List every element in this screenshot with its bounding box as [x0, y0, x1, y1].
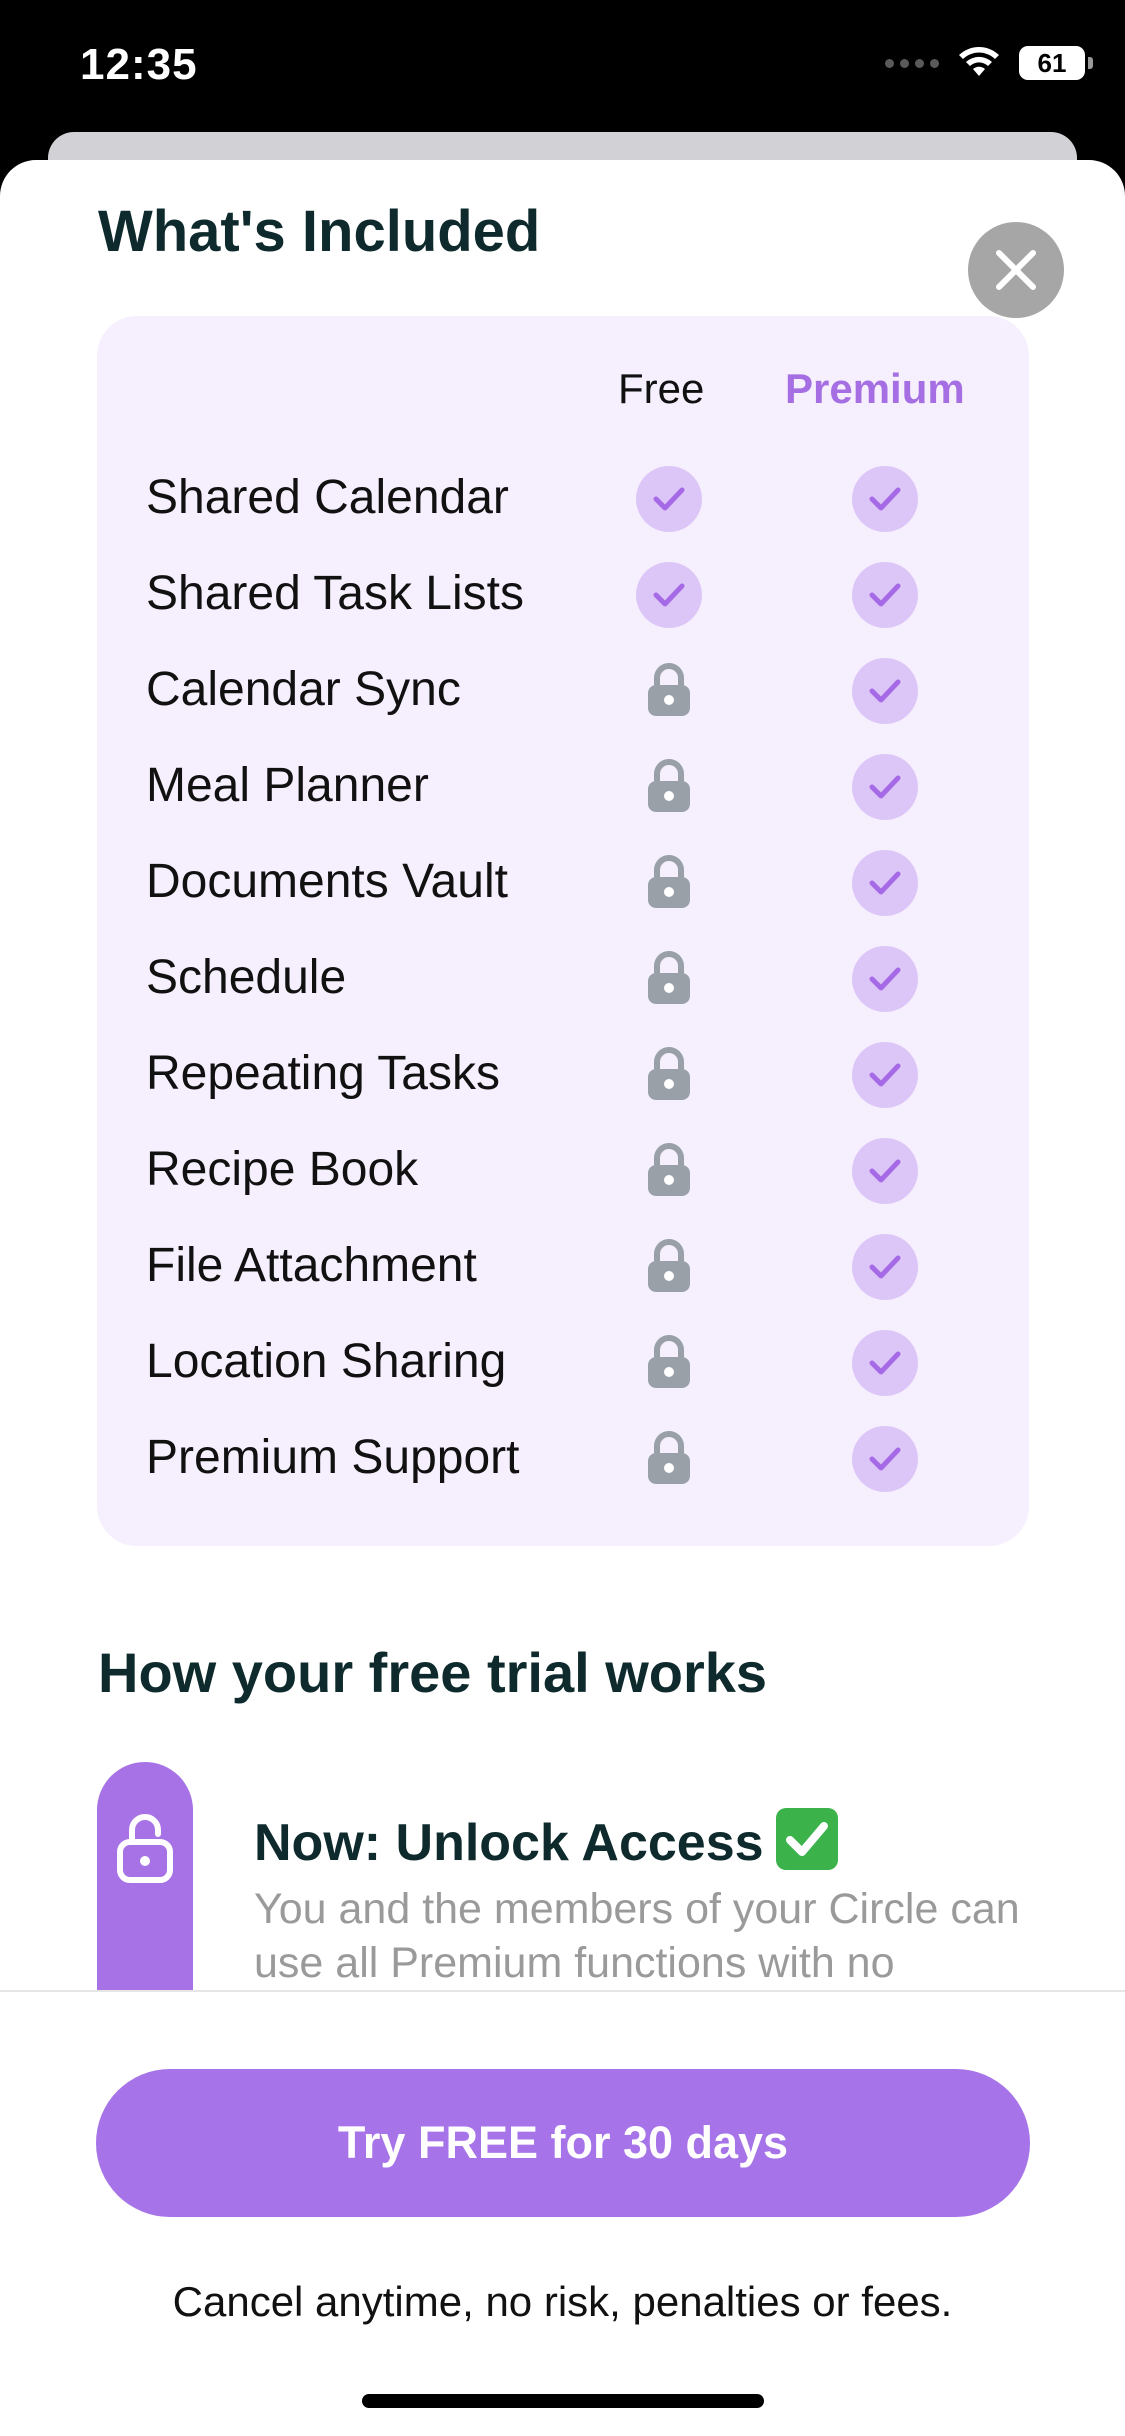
premium-check-icon [852, 1234, 918, 1300]
feature-row: Calendar Sync [0, 642, 1125, 738]
home-indicator [362, 2394, 764, 2408]
feature-label: Meal Planner [146, 759, 429, 812]
lock-icon [644, 950, 694, 1006]
feature-row: Location Sharing [0, 1314, 1125, 1410]
wifi-icon [959, 47, 999, 76]
feature-row: Premium Support [0, 1410, 1125, 1506]
feature-row: Repeating Tasks [0, 1026, 1125, 1122]
free-column-header: Free [618, 365, 705, 412]
feature-label: Calendar Sync [146, 663, 461, 716]
lock-icon [644, 854, 694, 910]
feature-label: Shared Calendar [146, 471, 509, 524]
premium-check-icon [852, 466, 918, 532]
lock-icon [644, 1430, 694, 1486]
premium-check-icon [852, 658, 918, 724]
feature-label: Repeating Tasks [146, 1047, 500, 1100]
battery-icon: 61 [1019, 46, 1093, 80]
premium-check-icon [852, 1426, 918, 1492]
feature-label: Premium Support [146, 1431, 520, 1484]
feature-row: Recipe Book [0, 1122, 1125, 1218]
lock-icon [644, 1142, 694, 1198]
feature-label: Schedule [146, 951, 347, 1004]
step-title: Now: Unlock Access [254, 1808, 838, 1873]
premium-check-icon [852, 1330, 918, 1396]
feature-row: Shared Task Lists [0, 546, 1125, 642]
feature-row: Documents Vault [0, 834, 1125, 930]
feature-label: Recipe Book [146, 1143, 419, 1196]
close-button[interactable] [968, 222, 1064, 318]
lock-icon [644, 662, 694, 718]
lock-icon [644, 1238, 694, 1294]
free-check-icon [636, 466, 702, 532]
lock-icon [644, 1046, 694, 1102]
premium-column-header: Premium [785, 365, 965, 412]
premium-check-icon [852, 850, 918, 916]
try-free-button[interactable]: Try FREE for 30 days [96, 2069, 1030, 2217]
status-bar: 12:35 61 [0, 0, 1125, 140]
status-indicators: 61 [885, 46, 1093, 80]
free-check-icon [636, 562, 702, 628]
feature-row: Schedule [0, 930, 1125, 1026]
battery-level: 61 [1037, 47, 1067, 78]
premium-check-icon [852, 1138, 918, 1204]
cellular-signal-icon [885, 58, 939, 68]
premium-check-icon [852, 562, 918, 628]
close-icon [996, 250, 1036, 290]
feature-label: File Attachment [146, 1239, 477, 1292]
premium-check-icon [852, 1042, 918, 1108]
included-title: What's Included [98, 199, 541, 264]
footer: Try FREE for 30 days Cancel anytime, no … [0, 1990, 1125, 2436]
unlock-icon [117, 1814, 173, 1883]
feature-row: Meal Planner [0, 738, 1125, 834]
green-check-icon [775, 1808, 838, 1870]
paywall-sheet: What's Included Free Premium Shared Cale… [0, 160, 1125, 2436]
feature-label: Location Sharing [146, 1335, 507, 1388]
feature-row: Shared Calendar [0, 450, 1125, 546]
lock-icon [644, 758, 694, 814]
step-title-text: Now: Unlock Access [254, 1814, 764, 1872]
cancel-note: Cancel anytime, no risk, penalties or fe… [172, 2278, 953, 2325]
premium-check-icon [852, 946, 918, 1012]
feature-label: Shared Task Lists [146, 567, 524, 620]
step-description: You and the members of your Circle can u… [254, 1885, 1020, 1987]
feature-label: Documents Vault [146, 855, 508, 908]
trial-title: How your free trial works [98, 1641, 768, 1704]
feature-row: File Attachment [0, 1218, 1125, 1314]
premium-check-icon [852, 754, 918, 820]
status-time: 12:35 [80, 40, 198, 89]
lock-icon [644, 1334, 694, 1390]
